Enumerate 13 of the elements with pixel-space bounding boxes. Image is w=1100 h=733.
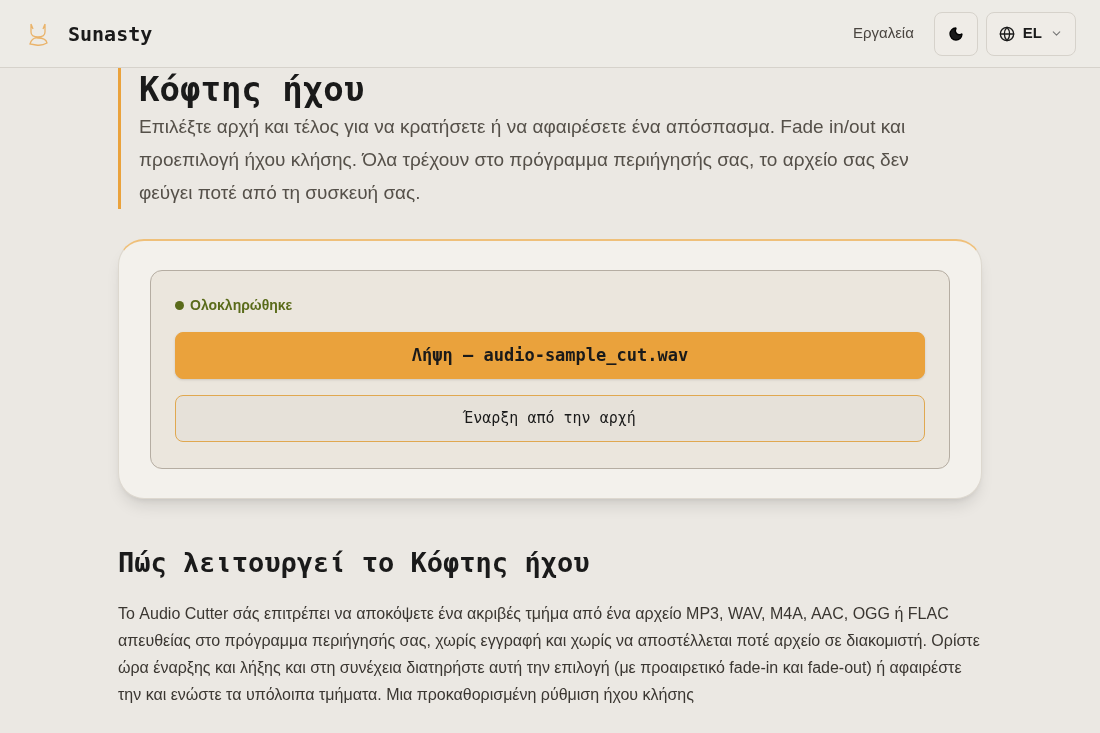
download-button[interactable]: Λήψη — audio-sample_cut.wav: [175, 332, 925, 379]
restart-button[interactable]: Έναρξη από την αρχή: [175, 395, 925, 442]
moon-icon: [947, 25, 964, 42]
globe-icon: [998, 25, 1015, 42]
page-title: Κόφτης ήχου: [139, 68, 366, 110]
brand-name[interactable]: Sunasty: [68, 18, 153, 49]
tools-link[interactable]: Εργαλεία: [852, 22, 914, 45]
language-button[interactable]: EL: [985, 11, 1076, 56]
theme-toggle-button[interactable]: [933, 11, 978, 56]
status-label: Ολοκληρώθηκε: [190, 296, 293, 315]
section-heading: Πώς λειτουργεί το Κόφτης ήχου: [118, 546, 591, 580]
section-body: Το Audio Cutter σάς επιτρέπει να αποκόψετε ένα ακριβές τμήμα από ένα αρχείο MP3, WAV, M4A, AAC, OGG ή FLAC απευθείας στο πρόγραμμα περιήγησής σας, χωρίς εγγραφή και χωρίς να αποστέλλεται ποτέ αρχείο σε διακομιστή. Ορίστε ώρα έναρξης και λήξης και στη συνέχεια διατηρήστε αυτή την επιλογή (με προαιρετικό fade-in και fade-out) ή αφαιρέστε την και ενώστε τα υπόλοιπα τμήματα. Μια προκαθορισμένη ρύθμιση ήχου κλήσης: [118, 603, 981, 705]
page-description: Επιλέξτε αρχή και τέλος για να κρατήσετε ή να αφαιρέσετε ένα απόσπασμα. Fade in/out και προεπιλογή ήχου κλήσης. Όλα τρέχουν στο πρόγραμμα περιήγησής σας, το αρχείο σας δεν φεύγει ποτέ από τη συσκευή σας.: [139, 115, 910, 205]
